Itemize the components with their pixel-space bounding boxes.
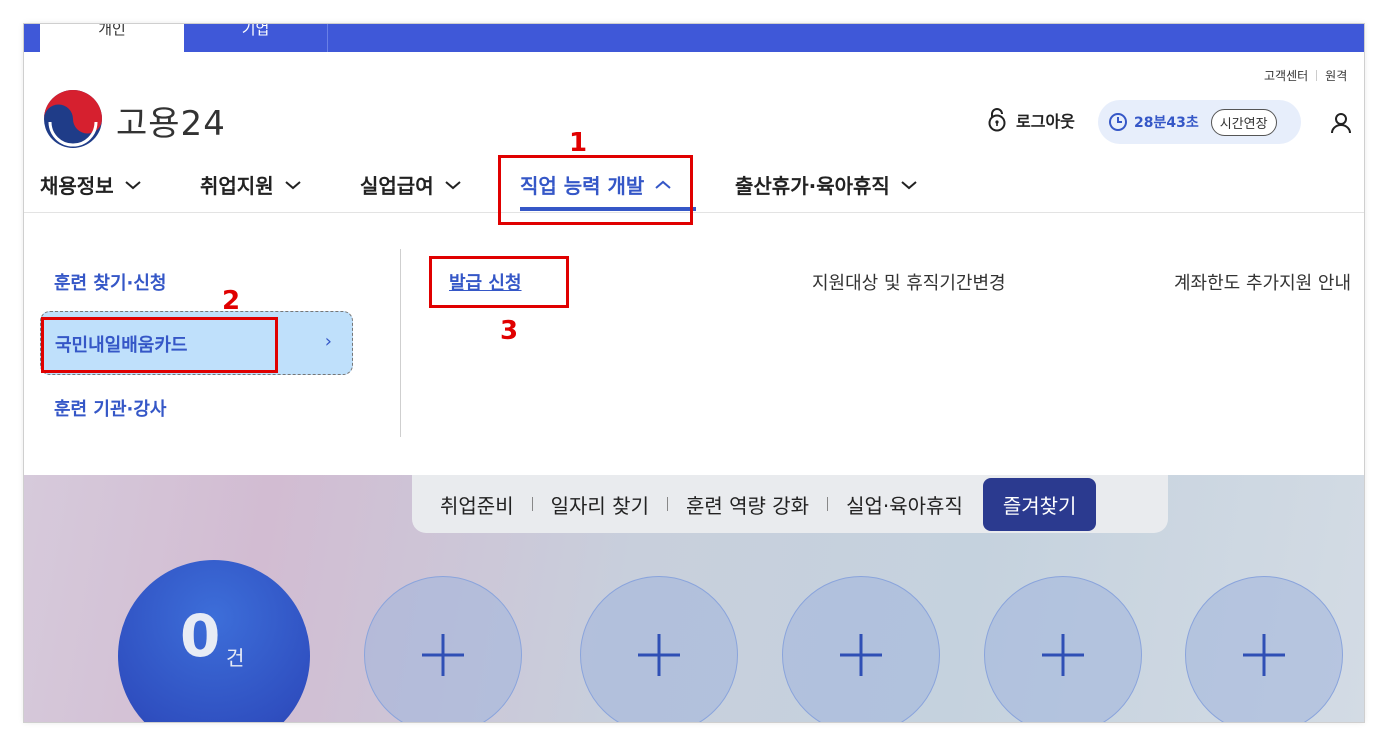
remote-support-link[interactable]: 원격: [1325, 69, 1347, 83]
lnb-item-training-search[interactable]: 훈련 찾기·신청: [54, 269, 166, 295]
lock-open-icon: [988, 108, 1006, 132]
gnb-item-label: 취업지원: [200, 174, 274, 198]
count-unit: 건: [226, 646, 245, 670]
annotation-number-2: 2: [222, 286, 241, 316]
gnb-item-label: 출산휴가·육아휴직: [735, 174, 890, 198]
annotation-box-3: [429, 256, 569, 308]
hero-section: 취업준비 일자리 찾기 훈련 역량 강화 실업·육아휴직 즐겨찾기 0 건: [24, 475, 1364, 722]
add-favorite-button[interactable]: [1185, 576, 1343, 722]
clock-icon: [1109, 113, 1127, 131]
logout-label: 로그아웃: [1016, 112, 1075, 131]
user-icon[interactable]: [1330, 112, 1352, 134]
utility-links: 고객센터 원격: [1264, 67, 1347, 84]
quick-item-job-prep[interactable]: 취업준비: [440, 490, 514, 519]
brand-name[interactable]: 고용24: [116, 96, 226, 145]
chevron-down-icon: [284, 180, 301, 189]
quick-item-job-search[interactable]: 일자리 찾기: [551, 490, 649, 519]
browser-frame: 개인 기업 고객센터 원격 고용24 로그아웃 28분43초 시간연장 채용정보…: [24, 24, 1364, 722]
chevron-down-icon: [901, 180, 917, 189]
gnb-item-unemployment-benefit[interactable]: 실업급여: [360, 170, 462, 199]
global-nav: 채용정보 취업지원 실업급여 직업 능력 개발 출산휴가·육아휴직: [24, 164, 1364, 213]
annotation-number-1: 1: [569, 128, 588, 158]
divider: [666, 497, 668, 511]
plus-icon: [638, 634, 680, 676]
tab-personal[interactable]: 개인: [40, 24, 184, 52]
gnb-item-label: 채용정보: [40, 174, 114, 198]
add-favorite-button[interactable]: [984, 576, 1142, 722]
annotation-box-1: [498, 155, 693, 225]
plus-icon: [840, 634, 882, 676]
add-favorite-button[interactable]: [364, 576, 522, 722]
sub-item-eligibility-change[interactable]: 지원대상 및 휴직기간변경: [812, 269, 1006, 295]
gnb-item-employment-support[interactable]: 취업지원: [200, 170, 302, 199]
quick-item-unemployment-leave[interactable]: 실업·육아휴직: [846, 490, 963, 519]
add-favorite-button[interactable]: [580, 576, 738, 722]
top-tab-bar: 개인 기업: [24, 24, 1364, 52]
customer-center-link[interactable]: 고객센터: [1264, 69, 1308, 83]
chevron-down-icon: [444, 180, 461, 189]
add-favorite-button[interactable]: [782, 576, 940, 722]
sub-item-limit-support[interactable]: 계좌한도 추가지원 안내: [1174, 269, 1351, 295]
divider: [1316, 70, 1318, 81]
chevron-down-icon: [124, 180, 141, 189]
gnb-item-label: 실업급여: [360, 174, 434, 198]
gnb-item-jobs[interactable]: 채용정보: [40, 170, 142, 199]
quick-menu-bar: 취업준비 일자리 찾기 훈련 역량 강화 실업·육아휴직 즐겨찾기: [412, 475, 1168, 533]
logout-button[interactable]: 로그아웃: [986, 108, 1075, 132]
annotation-number-3: 3: [500, 316, 519, 346]
divider: [827, 497, 829, 511]
plus-icon: [1042, 634, 1084, 676]
count-value: 0: [180, 602, 221, 670]
timer-value: 28분43초: [1134, 115, 1199, 131]
chevron-right-icon: ›: [324, 331, 332, 352]
favorites-count-circle[interactable]: 0 건: [118, 560, 310, 722]
quick-item-training[interactable]: 훈련 역량 강화: [686, 490, 809, 519]
plus-icon: [422, 634, 464, 676]
divider: [400, 249, 401, 437]
annotation-box-2: [41, 317, 278, 373]
tab-company[interactable]: 기업: [184, 24, 328, 52]
plus-icon: [1243, 634, 1285, 676]
session-timer: 28분43초 시간연장: [1098, 100, 1301, 144]
lnb-item-training-institution[interactable]: 훈련 기관·강사: [54, 395, 166, 421]
favorites-button[interactable]: 즐겨찾기: [982, 477, 1097, 531]
extend-time-button[interactable]: 시간연장: [1210, 108, 1277, 136]
divider: [531, 497, 533, 511]
taegeuk-logo-icon[interactable]: [42, 88, 104, 150]
gnb-item-parental-leave[interactable]: 출산휴가·육아휴직: [735, 170, 918, 199]
